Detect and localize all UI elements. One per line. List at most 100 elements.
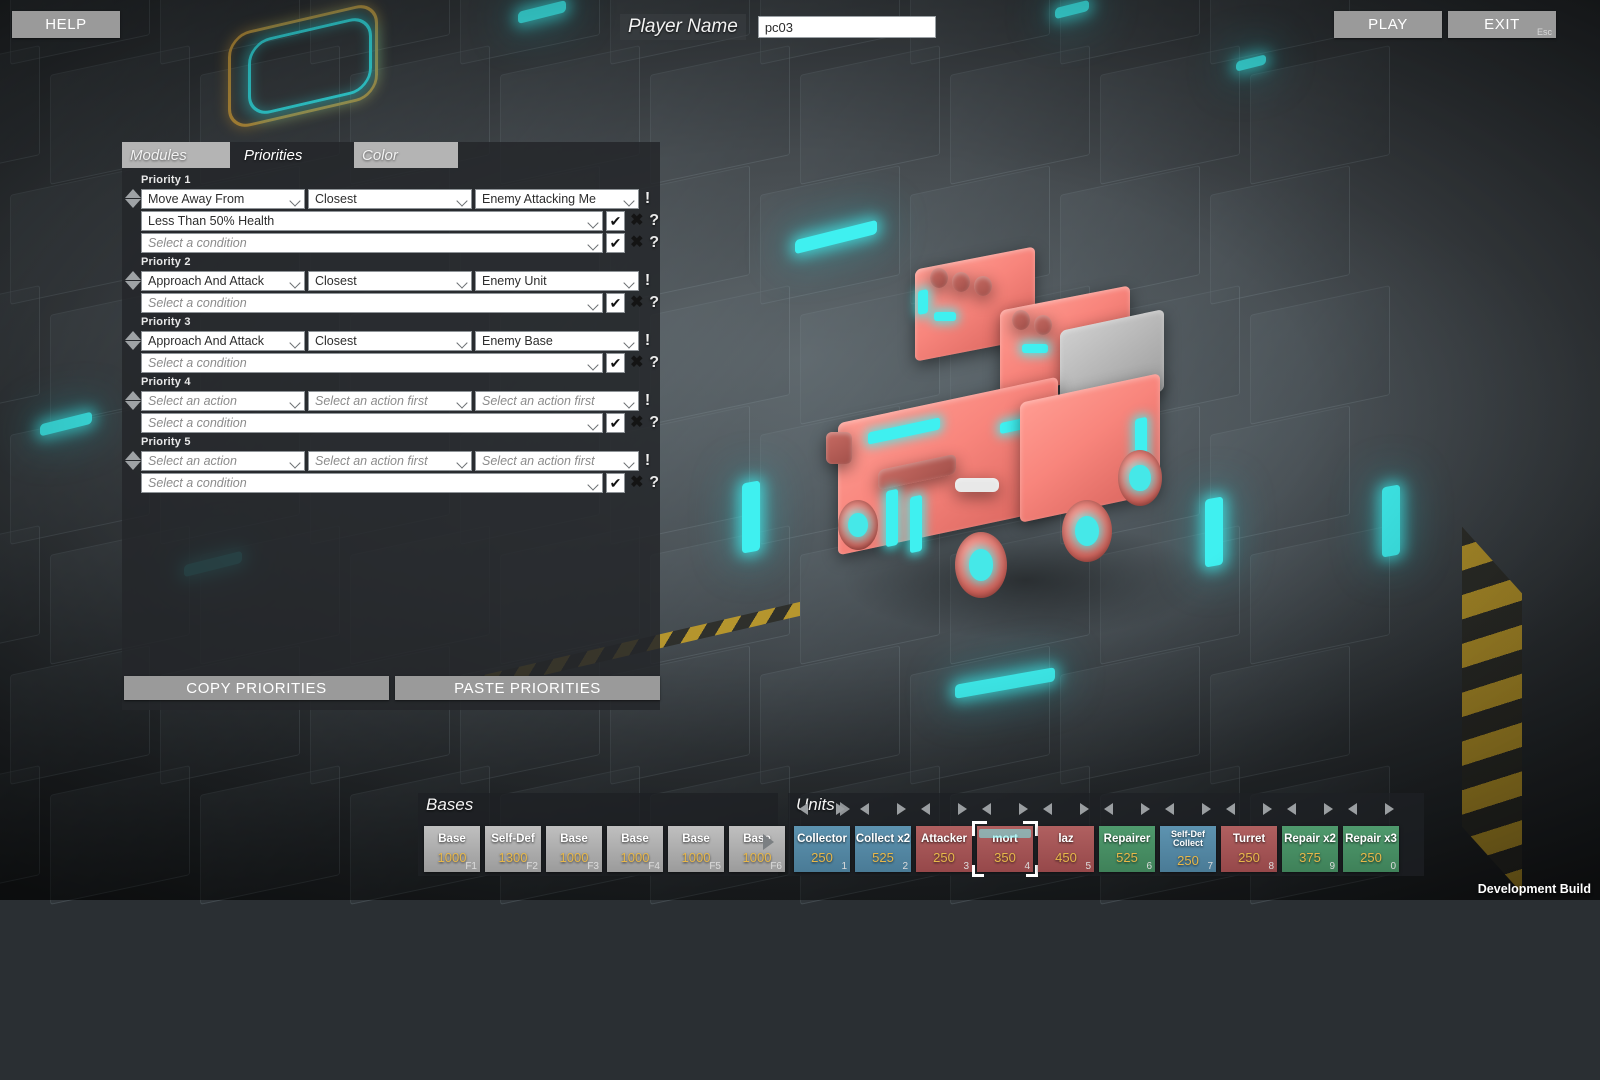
unit-prev-arrow-icon[interactable]	[982, 803, 991, 815]
base-tile[interactable]: Base 1000 F1	[424, 826, 480, 872]
priority-condition-select[interactable]: Select a condition	[141, 233, 603, 253]
unit-prev-arrow-icon[interactable]	[1043, 803, 1052, 815]
condition-confirm-checkbox[interactable]: ✔	[606, 353, 626, 373]
copy-priorities-button[interactable]: COPY PRIORITIES	[124, 676, 389, 700]
unit-prev-arrow-icon[interactable]	[1226, 803, 1235, 815]
unit-tile[interactable]: Repairer 525 6	[1099, 826, 1155, 872]
condition-remove-icon[interactable]: ✖	[628, 295, 645, 311]
condition-remove-icon[interactable]: ✖	[628, 355, 645, 371]
tab-color[interactable]: Color	[354, 142, 458, 168]
priority-move-up-icon[interactable]	[125, 391, 141, 400]
unit-prev-arrow-icon[interactable]	[799, 803, 808, 815]
unit-tile[interactable]: Turret 250 8	[1221, 826, 1277, 872]
priority-target-select[interactable]: Select an action first	[475, 451, 639, 471]
priority-qualifier-select[interactable]: Select an action first	[308, 451, 472, 471]
unit-next-arrow-icon[interactable]	[1141, 803, 1150, 815]
priority-target-select[interactable]: Enemy Base	[475, 331, 639, 351]
condition-confirm-checkbox[interactable]: ✔	[606, 473, 626, 493]
bases-next-page-arrow-icon[interactable]	[763, 834, 774, 850]
paste-priorities-button[interactable]: PASTE PRIORITIES	[395, 676, 660, 700]
condition-remove-icon[interactable]: ✖	[628, 213, 645, 229]
condition-confirm-checkbox[interactable]: ✔	[606, 413, 626, 433]
unit-next-arrow-icon[interactable]	[1385, 803, 1394, 815]
priority-action-select[interactable]: Approach And Attack	[141, 271, 305, 291]
priority-move-up-icon[interactable]	[125, 189, 141, 198]
unit-next-arrow-icon[interactable]	[1202, 803, 1211, 815]
priority-condition-select[interactable]: Select a condition	[141, 413, 603, 433]
priority-move-down-icon[interactable]	[125, 401, 141, 410]
condition-help-icon[interactable]: ?	[648, 414, 660, 432]
unit-prev-arrow-icon[interactable]	[921, 803, 930, 815]
unit-prev-arrow-icon[interactable]	[1165, 803, 1174, 815]
priority-action-select[interactable]: Move Away From	[141, 189, 305, 209]
unit-next-arrow-icon[interactable]	[897, 803, 906, 815]
unit-prev-arrow-icon[interactable]	[1348, 803, 1357, 815]
condition-confirm-checkbox[interactable]: ✔	[606, 293, 626, 313]
condition-help-icon[interactable]: ?	[648, 294, 660, 312]
priority-move-down-icon[interactable]	[125, 199, 141, 208]
priority-action-select[interactable]: Approach And Attack	[141, 331, 305, 351]
unit-prev-arrow-icon[interactable]	[860, 803, 869, 815]
unit-next-arrow-icon[interactable]	[958, 803, 967, 815]
priority-action-select[interactable]: Select an action	[141, 391, 305, 411]
base-tile[interactable]: Base 1000 F6	[729, 826, 785, 872]
priority-condition-select[interactable]: Less Than 50% Health	[141, 211, 603, 231]
base-tile[interactable]: Self-Def 1300 F2	[485, 826, 541, 872]
condition-help-icon[interactable]: ?	[648, 354, 660, 372]
priority-target-select[interactable]: Select an action first	[475, 391, 639, 411]
unit-tile[interactable]: Repair x2 375 9	[1282, 826, 1338, 872]
unit-prev-arrow-icon[interactable]	[1287, 803, 1296, 815]
condition-help-icon[interactable]: ?	[648, 474, 660, 492]
unit-prev-arrow-icon[interactable]	[1104, 803, 1113, 815]
priority-move-up-icon[interactable]	[125, 451, 141, 460]
unit-next-arrow-icon[interactable]	[1263, 803, 1272, 815]
condition-remove-icon[interactable]: ✖	[628, 415, 645, 431]
unit-tile[interactable]: Collector 250 1	[794, 826, 850, 872]
unit-tile[interactable]: mort 350 4	[977, 826, 1033, 872]
unit-tile[interactable]: Attacker 250 3	[916, 826, 972, 872]
base-tile[interactable]: Base 1000 F4	[607, 826, 663, 872]
priority-condition-select[interactable]: Select a condition	[141, 293, 603, 313]
priority-qualifier-select[interactable]: Closest	[308, 271, 472, 291]
unit-tile[interactable]: Collect x2 525 2	[855, 826, 911, 872]
unit-next-arrow-icon[interactable]	[1019, 803, 1028, 815]
unit-tile[interactable]: Repair x3 250 0	[1343, 826, 1399, 872]
priority-condition-select[interactable]: Select a condition	[141, 473, 603, 493]
priority-target-select[interactable]: Enemy Attacking Me	[475, 189, 639, 209]
exit-button[interactable]: EXIT Esc	[1448, 11, 1556, 38]
priority-qualifier-select[interactable]: Closest	[308, 331, 472, 351]
priority-qualifier-select[interactable]: Closest	[308, 189, 472, 209]
priority-warning-icon[interactable]: !	[642, 190, 653, 208]
tab-priorities[interactable]: Priorities	[236, 142, 348, 168]
condition-help-icon[interactable]: ?	[648, 234, 660, 252]
priority-warning-icon[interactable]: !	[642, 332, 653, 350]
help-button[interactable]: HELP	[12, 11, 120, 38]
condition-remove-icon[interactable]: ✖	[628, 475, 645, 491]
play-button[interactable]: PLAY	[1334, 11, 1442, 38]
priority-condition-select[interactable]: Select a condition	[141, 353, 603, 373]
priority-move-down-icon[interactable]	[125, 341, 141, 350]
priority-action-select[interactable]: Select an action	[141, 451, 305, 471]
condition-help-icon[interactable]: ?	[648, 212, 660, 230]
condition-remove-icon[interactable]: ✖	[628, 235, 645, 251]
priority-move-down-icon[interactable]	[125, 281, 141, 290]
condition-confirm-checkbox[interactable]: ✔	[606, 233, 626, 253]
player-name-input[interactable]	[758, 16, 936, 38]
priority-warning-icon[interactable]: !	[642, 272, 653, 290]
base-tile[interactable]: Base 1000 F5	[668, 826, 724, 872]
priority-warning-icon[interactable]: !	[642, 392, 653, 410]
priority-qualifier-select[interactable]: Select an action first	[308, 391, 472, 411]
priority-move-up-icon[interactable]	[125, 271, 141, 280]
base-tile[interactable]: Base 1000 F3	[546, 826, 602, 872]
unit-next-arrow-icon[interactable]	[1080, 803, 1089, 815]
unit-tile[interactable]: laz 450 5	[1038, 826, 1094, 872]
unit-next-arrow-icon[interactable]	[1324, 803, 1333, 815]
priority-move-up-icon[interactable]	[125, 331, 141, 340]
unit-next-arrow-icon[interactable]	[836, 803, 845, 815]
unit-tile[interactable]: Self-DefCollect 250 7	[1160, 826, 1216, 872]
priority-move-down-icon[interactable]	[125, 461, 141, 470]
tab-modules[interactable]: Modules	[122, 142, 230, 168]
condition-confirm-checkbox[interactable]: ✔	[606, 211, 626, 231]
priority-warning-icon[interactable]: !	[642, 452, 653, 470]
priority-target-select[interactable]: Enemy Unit	[475, 271, 639, 291]
